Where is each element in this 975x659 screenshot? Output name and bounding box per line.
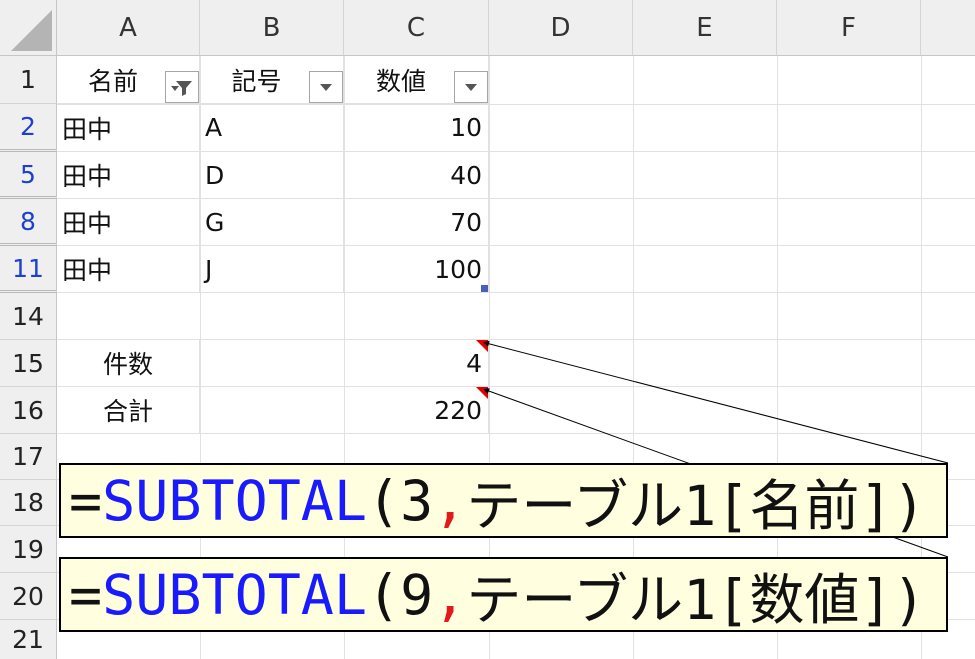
formula-argument: 9 — [400, 562, 434, 627]
formula-reference: テーブル1[数値]) — [466, 567, 926, 632]
formula-equals: = — [69, 562, 103, 627]
formula-open-paren: ( — [367, 468, 401, 533]
formula-function-name: SUBTOTAL — [102, 562, 368, 627]
formula-reference: テーブル1[名前]) — [466, 473, 926, 538]
formula-open-paren: ( — [367, 562, 401, 627]
formula-argument: 3 — [400, 468, 434, 533]
formula-comma: , — [433, 468, 467, 533]
formula-comma: , — [433, 562, 467, 627]
formula-callout-count: = SUBTOTAL ( 3 , テーブル1[名前]) — [59, 463, 948, 538]
formula-callout-sum: = SUBTOTAL ( 9 , テーブル1[数値]) — [59, 557, 948, 632]
formula-function-name: SUBTOTAL — [102, 468, 368, 533]
formula-equals: = — [69, 468, 103, 533]
